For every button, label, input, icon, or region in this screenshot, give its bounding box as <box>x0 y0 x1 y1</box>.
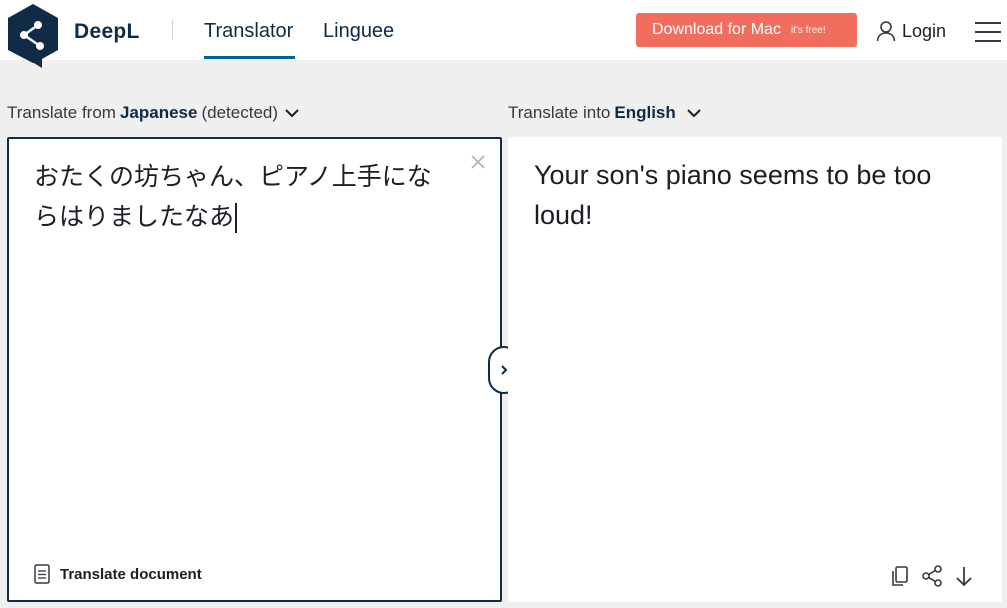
target-text-panel: Your son's piano seems to be too loud! <box>508 137 1002 602</box>
user-icon <box>876 21 896 42</box>
share-icon[interactable] <box>920 564 944 588</box>
source-language-prefix: Translate from <box>7 103 116 122</box>
target-language-prefix: Translate into <box>508 103 611 122</box>
download-button-label: Download for Mac <box>652 21 781 38</box>
chevron-down-icon <box>285 109 299 118</box>
target-language-name: English <box>614 103 676 122</box>
text-cursor <box>235 203 237 233</box>
tab-linguee[interactable]: Linguee <box>323 20 394 43</box>
close-icon[interactable] <box>469 153 487 171</box>
tab-translator[interactable]: Translator <box>204 20 293 43</box>
source-language-selector[interactable]: Translate from Japanese (detected) <box>7 102 300 124</box>
login-label: Login <box>902 20 947 41</box>
brand-name[interactable]: DeepL <box>74 20 140 44</box>
translation-output[interactable]: Your son's piano seems to be too loud! <box>534 155 974 235</box>
source-language-detected: (detected) <box>201 103 279 122</box>
top-header: DeepL Translator Linguee Download for Ma… <box>0 0 1007 68</box>
translate-document-button[interactable]: Translate document <box>34 563 202 585</box>
document-icon <box>34 564 50 584</box>
login-button[interactable]: Login <box>876 19 946 43</box>
source-language-name: Japanese <box>119 103 198 122</box>
download-free-badge: it's free! <box>790 24 826 36</box>
brand-divider <box>172 20 173 40</box>
menu-icon[interactable] <box>975 22 1001 42</box>
download-for-mac-button[interactable]: Download for Mac it's free! <box>636 13 857 47</box>
source-textarea[interactable]: おたくの坊ちゃん、ピアノ上手にならはりましたなあ <box>34 157 454 237</box>
translate-document-label: Translate document <box>60 565 202 583</box>
chevron-down-icon <box>687 109 701 118</box>
source-text-content: おたくの坊ちゃん、ピアノ上手にならはりましたなあ <box>34 162 432 231</box>
source-text-panel[interactable]: おたくの坊ちゃん、ピアノ上手にならはりましたなあ Translate docum… <box>7 137 502 602</box>
download-arrow-icon[interactable] <box>952 564 976 588</box>
active-tab-indicator <box>204 56 295 59</box>
deepl-logo-icon[interactable] <box>6 3 60 69</box>
target-language-selector[interactable]: Translate into English <box>508 102 702 124</box>
copy-icon[interactable] <box>888 564 912 588</box>
